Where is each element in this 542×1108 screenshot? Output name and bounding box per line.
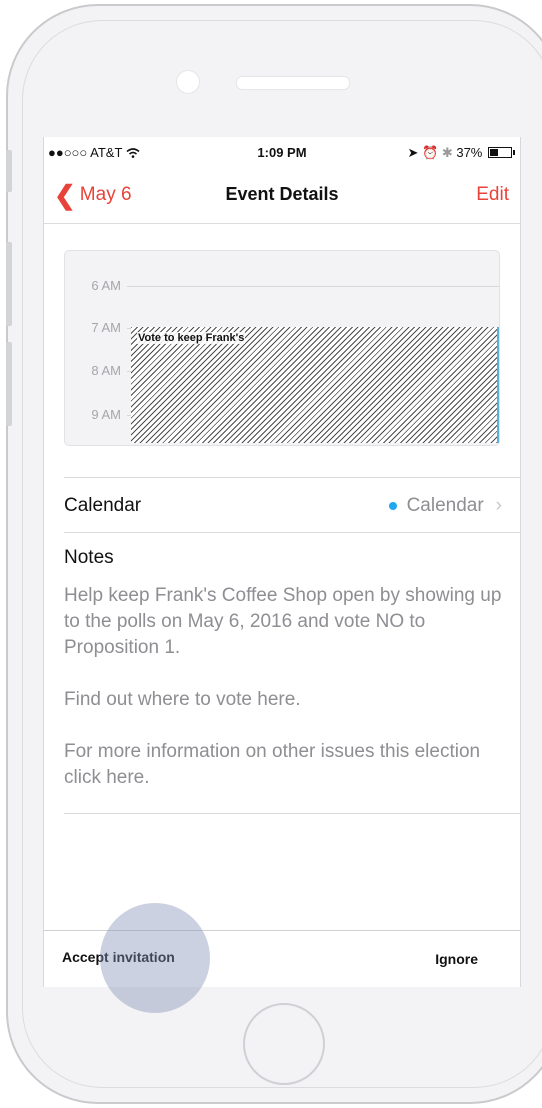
- ignore-button[interactable]: Ignore: [435, 951, 478, 967]
- edit-button[interactable]: Edit: [476, 184, 509, 206]
- hour-label: 7 AM: [91, 320, 121, 335]
- calendar-value: Calendar ›: [388, 495, 502, 517]
- bluetooth-icon: ✱: [441, 145, 453, 160]
- earpiece-speaker: [236, 76, 350, 90]
- calendar-row[interactable]: Calendar Calendar ›: [64, 477, 520, 533]
- day-timeline[interactable]: 6 AM 7 AM 8 AM 9 AM Vote to keep Frank's: [64, 250, 500, 446]
- hour-label: 8 AM: [91, 363, 121, 378]
- event-block[interactable]: Vote to keep Frank's: [131, 327, 499, 443]
- calendar-label: Calendar: [64, 495, 142, 516]
- volume-down-button: [6, 342, 12, 426]
- event-title: Vote to keep Frank's: [137, 332, 246, 344]
- notes-body: Help keep Frank's Coffee Shop open by sh…: [64, 585, 502, 788]
- location-icon: ➤: [407, 145, 419, 160]
- calendar-value-label: Calendar: [406, 495, 484, 516]
- phone-screen: ●●○○○ AT&T 1:09 PM ➤ ⏰ ✱ 37% ❮ May 6 Eve…: [43, 137, 521, 987]
- alarm-icon: ⏰: [422, 145, 439, 160]
- front-camera: [176, 70, 200, 94]
- battery-icon: [488, 147, 515, 158]
- navigation-bar: ❮ May 6 Event Details Edit: [44, 172, 520, 224]
- hour-line: [127, 286, 499, 287]
- touch-indicator: [100, 903, 210, 1013]
- status-right: ➤ ⏰ ✱ 37%: [407, 145, 515, 161]
- hour-label: 9 AM: [91, 407, 121, 422]
- calendar-color-dot: [388, 502, 397, 510]
- home-button[interactable]: [243, 1003, 325, 1085]
- notes-title: Notes: [64, 547, 114, 568]
- chevron-right-icon: ›: [495, 495, 502, 516]
- battery-percent: 37%: [456, 145, 483, 160]
- volume-up-button: [6, 242, 12, 326]
- mute-switch: [6, 150, 12, 192]
- status-bar: ●●○○○ AT&T 1:09 PM ➤ ⏰ ✱ 37%: [44, 137, 520, 165]
- page-title: Event Details: [225, 184, 339, 204]
- hour-label: 6 AM: [91, 278, 121, 293]
- notes-divider: [64, 813, 520, 814]
